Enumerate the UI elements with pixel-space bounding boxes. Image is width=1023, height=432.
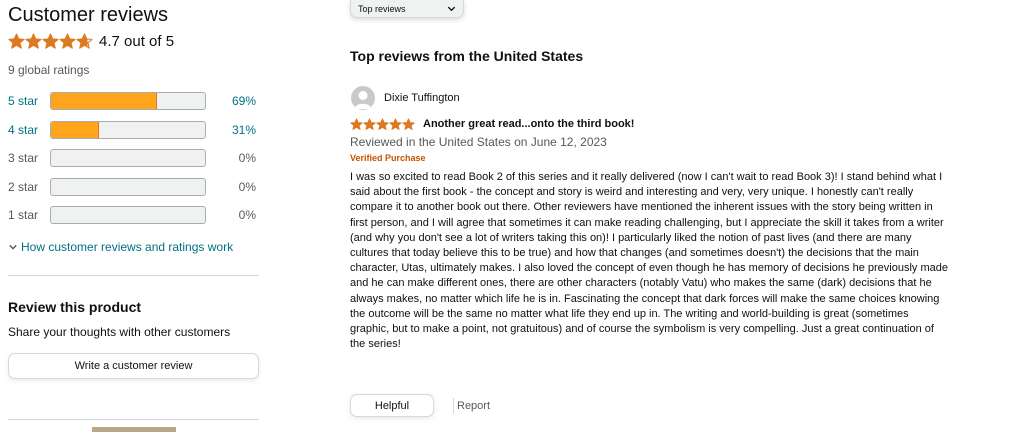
how-reviews-work-link[interactable]: How customer reviews and ratings work [8,239,260,255]
review-actions: Helpful Report [350,394,490,417]
histogram-percent[interactable]: 69% [214,94,256,108]
histogram-bar-fill [51,93,158,110]
histogram-bar [50,177,206,196]
star-icon [25,32,42,49]
review-this-product-heading: Review this product [8,298,142,315]
reviewer-profile[interactable]: Dixie Tuffington [351,86,460,110]
histogram-star-label: 1 star [8,208,39,223]
global-ratings-count: 9 global ratings [8,63,90,77]
histogram-star-label: 3 star [8,151,39,166]
verified-purchase-badge: Verified Purchase [350,153,426,163]
histogram-star-label: 2 star [8,179,39,194]
how-reviews-work-text: How customer reviews and ratings work [21,239,234,254]
histogram-row[interactable]: 4 star 31% [8,116,260,145]
histogram-row: 3 star 0% [8,144,260,173]
review-title[interactable]: Another great read...onto the third book… [423,118,634,130]
sort-dropdown[interactable]: Top reviews [350,0,464,18]
review-title-row[interactable]: Another great read...onto the third book… [350,117,634,131]
write-review-button[interactable]: Write a customer review [8,352,259,379]
review-body: I was so excited to read Book 2 of this … [350,171,948,351]
average-rating[interactable]: 4.7 out of 5 [8,30,260,52]
histogram-percent: 0% [238,179,256,194]
histogram-row[interactable]: 5 star 69% [8,87,260,116]
report-link[interactable]: Report [457,400,490,412]
star-icon [402,117,415,130]
star-icon [350,117,363,130]
share-thoughts-text: Share your thoughts with other customers [8,324,231,339]
histogram-bar[interactable] [50,120,206,139]
reviewer-name: Dixie Tuffington [384,92,460,104]
customer-reviews-panel: Customer reviews 4.7 out of 5 9 global r… [8,0,260,379]
review-stars [350,117,415,131]
histogram-row: 2 star 0% [8,173,260,202]
rating-histogram: 5 star 69% 4 star 31% 3 star 0% 2 star 0% 1 star… [8,87,260,230]
histogram-star-label[interactable]: 4 star [8,123,50,137]
product-image-thumbnail[interactable] [92,427,176,432]
histogram-bar-fill [51,121,99,138]
user-icon [354,91,372,109]
star-icon [8,32,25,49]
chevron-down-icon [447,6,456,12]
section-divider [8,274,259,276]
top-reviews-heading: Top reviews from the United States [350,48,584,64]
histogram-percent: 0% [238,208,256,223]
star-icon [76,32,93,49]
histogram-star-label[interactable]: 5 star [8,94,50,108]
review-date: Reviewed in the United States on June 12… [350,135,607,149]
average-stars [8,32,93,50]
customer-reviews-title: Customer reviews [8,4,169,26]
avatar [351,86,375,110]
action-separator [453,397,454,414]
chevron-down-icon [9,244,17,250]
rating-text: 4.7 out of 5 [99,32,175,50]
star-icon [42,32,59,49]
histogram-bar[interactable] [50,92,206,111]
section-divider [8,419,259,420]
star-icon [376,117,389,130]
star-icon [389,117,402,130]
histogram-bar [50,149,206,168]
histogram-percent[interactable]: 31% [214,123,256,137]
histogram-row: 1 star 0% [8,201,260,230]
histogram-percent: 0% [238,151,256,166]
star-icon [363,117,376,130]
sort-dropdown-value: Top reviews [358,3,406,14]
helpful-button[interactable]: Helpful [350,394,434,417]
star-icon [59,32,76,49]
histogram-bar [50,206,206,225]
